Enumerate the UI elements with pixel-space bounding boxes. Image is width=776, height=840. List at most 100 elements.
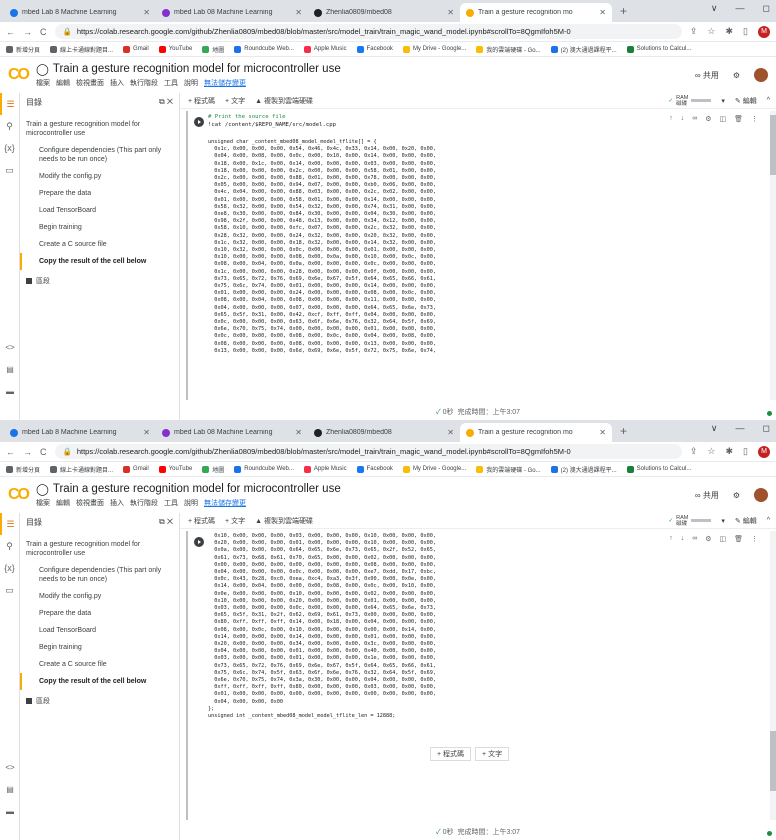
bookmark[interactable]: Solutions to Calcul...	[626, 465, 691, 473]
code-snippets-icon[interactable]: <>	[0, 343, 20, 352]
toc-item-selected[interactable]: Copy the result of the cell below	[20, 673, 173, 690]
add-code-button[interactable]: + 程式碼	[188, 516, 215, 526]
terminal-icon[interactable]: ▬	[0, 807, 20, 816]
toc-icon[interactable]: ☰	[0, 513, 19, 535]
bookmark[interactable]: Solutions to Calcul...	[626, 45, 691, 53]
browser-tab-active[interactable]: Train a gesture recognition mo ✕	[460, 423, 612, 442]
code-snippets-icon[interactable]: <>	[0, 763, 20, 772]
toc-item[interactable]: Prepare the data	[26, 185, 173, 202]
code-cell[interactable]: ↑ ↓ ∞ ⚙ ◫ 🗑 ⋮ 0x10, 0x00, 0x00, 0x00, 0x03, 0x…	[180, 531, 764, 820]
command-palette-icon[interactable]: ▤	[0, 365, 20, 374]
delete-icon[interactable]: 🗑	[734, 115, 743, 123]
terminal-icon[interactable]: ▬	[0, 387, 20, 396]
forward-icon[interactable]: →	[23, 27, 32, 37]
close-icon[interactable]: ✕	[143, 8, 150, 17]
menu-item[interactable]: 編輯	[56, 78, 70, 88]
back-icon[interactable]: ←	[6, 447, 15, 457]
files-icon[interactable]: ▭	[0, 159, 19, 181]
tab-search-button[interactable]: ∨	[711, 3, 718, 14]
menu-item[interactable]: 說明	[184, 498, 198, 508]
bookmark[interactable]: Apple Music	[303, 45, 347, 53]
scrollbar-thumb[interactable]	[770, 115, 776, 175]
toc-icon[interactable]: ☰	[0, 93, 19, 115]
bookmark[interactable]: Facebook	[356, 465, 393, 473]
menu-item[interactable]: 插入	[110, 498, 124, 508]
maximize-button[interactable]: ◻	[763, 3, 770, 14]
unsaved-changes-link[interactable]: 無法儲存變更	[204, 78, 246, 88]
add-code-button[interactable]: + 程式碼	[188, 96, 215, 106]
browser-tab[interactable]: mbed Lab 08 Machine Learning ✕	[156, 423, 308, 442]
share-icon[interactable]: ⇪	[690, 26, 698, 38]
menu-item[interactable]: 檢視畫面	[76, 498, 104, 508]
toc-add-section[interactable]: 區段	[26, 276, 173, 286]
ram-disk-indicator[interactable]: ✓ RAM 磁碟	[669, 95, 712, 107]
edit-button[interactable]: ✎ 編輯	[735, 96, 757, 106]
reload-icon[interactable]: C	[40, 27, 47, 37]
bookmark[interactable]: Roundcube Web...	[234, 465, 294, 473]
toc-item[interactable]: Load TensorBoard	[26, 202, 173, 219]
menu-item[interactable]: 工具	[164, 78, 178, 88]
toc-item[interactable]: Create a C source file	[26, 236, 173, 253]
bookmark[interactable]: YouTube	[158, 465, 192, 473]
edit-button[interactable]: ✎ 編輯	[735, 516, 757, 526]
colab-logo[interactable]: CO	[8, 486, 36, 504]
link-icon[interactable]: ∞	[692, 115, 697, 123]
scrollbar-thumb[interactable]	[770, 731, 776, 791]
collapse-icon[interactable]: ^	[767, 517, 770, 524]
settings-gear-icon[interactable]: ⚙	[733, 491, 740, 500]
move-down-icon[interactable]: ↓	[681, 115, 685, 123]
ram-disk-indicator[interactable]: ✓ RAM 磁碟	[669, 515, 712, 527]
settings-gear-icon[interactable]: ⚙	[733, 71, 740, 80]
bookmark[interactable]: (2) 澳大通過課程平...	[550, 465, 617, 474]
tab-search-button[interactable]: ∨	[711, 423, 718, 434]
close-icon[interactable]: ✕	[167, 97, 173, 106]
extensions-icon[interactable]: ✱	[726, 26, 734, 38]
toc-item[interactable]: Begin training	[26, 219, 173, 236]
bookmark[interactable]: 線上卡通線對題目...	[50, 45, 113, 54]
close-icon[interactable]: ✕	[295, 8, 302, 17]
settings-gear-icon[interactable]: ⚙	[705, 115, 711, 123]
notebook-title[interactable]: Train a gesture recognition model for mi…	[53, 483, 341, 495]
menu-item[interactable]: 說明	[184, 78, 198, 88]
bookmark[interactable]: Roundcube Web...	[234, 45, 294, 53]
chevron-down-icon[interactable]: ▾	[721, 517, 725, 525]
avatar[interactable]	[754, 68, 768, 82]
share-button[interactable]: ∞ 共用	[695, 490, 719, 501]
menu-item[interactable]: 執行階段	[130, 78, 158, 88]
close-icon[interactable]: ✕	[599, 428, 606, 437]
move-up-icon[interactable]: ↑	[669, 115, 673, 123]
close-icon[interactable]: ✕	[447, 8, 454, 17]
files-icon[interactable]: ▭	[0, 579, 19, 601]
copy-to-drive-button[interactable]: ▲ 複製到雲端硬碟	[255, 516, 313, 526]
close-icon[interactable]: ✕	[295, 428, 302, 437]
share-button[interactable]: ∞ 共用	[695, 70, 719, 81]
scrollbar[interactable]	[770, 111, 776, 400]
star-icon[interactable]: ☆	[707, 26, 715, 38]
toc-item[interactable]: Configure dependencies (This part only n…	[26, 562, 173, 588]
browser-tab[interactable]: mbed Lab 08 Machine Learning ✕	[156, 3, 308, 22]
toc-item[interactable]: Load TensorBoard	[26, 622, 173, 639]
run-cell-button[interactable]	[194, 537, 204, 547]
profile-avatar[interactable]: M	[758, 25, 770, 38]
variables-icon[interactable]: {x}	[0, 557, 19, 579]
bookmark[interactable]: 新增分頁	[6, 465, 40, 474]
star-icon[interactable]: ☆	[707, 446, 715, 458]
add-code-cell-button[interactable]: + 程式碼	[430, 747, 472, 761]
menu-item[interactable]: 編輯	[56, 498, 70, 508]
toc-item[interactable]: Modify the config.py	[26, 588, 173, 605]
url-input[interactable]: 🔒 https://colab.research.google.com/githu…	[54, 444, 682, 459]
browser-tab-active[interactable]: Train a gesture recognition mo ✕	[460, 3, 612, 22]
add-text-button[interactable]: + 文字	[225, 96, 245, 106]
browser-tab[interactable]: Zhenlia0809/mbed08 ✕	[308, 3, 460, 22]
toc-item[interactable]: Train a gesture recognition model for mi…	[26, 116, 173, 142]
close-icon[interactable]: ✕	[599, 8, 606, 17]
extensions-icon[interactable]: ✱	[726, 446, 734, 458]
browser-tab[interactable]: Zhenlia0809/mbed08 ✕	[308, 423, 460, 442]
menu-item[interactable]: 檔案	[36, 78, 50, 88]
reload-icon[interactable]: C	[40, 447, 47, 457]
menu-item[interactable]: 檢視畫面	[76, 78, 104, 88]
copy-to-drive-button[interactable]: ▲ 複製到雲端硬碟	[255, 96, 313, 106]
bookmark[interactable]: 地圖	[202, 465, 224, 474]
close-icon[interactable]: ✕	[143, 428, 150, 437]
bookmark[interactable]: My Drive - Google...	[402, 45, 466, 53]
